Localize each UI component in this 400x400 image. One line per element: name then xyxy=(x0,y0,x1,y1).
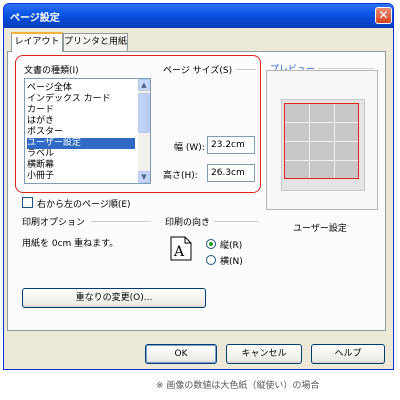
portrait-label[interactable]: 縦(R) xyxy=(220,238,242,251)
cancel-button[interactable]: キャンセル xyxy=(226,344,302,364)
divider xyxy=(91,221,151,222)
grid-line xyxy=(285,160,358,161)
svg-text:A: A xyxy=(173,244,185,260)
tab-printer-paper[interactable]: プリンタと用紙 xyxy=(63,33,128,52)
orientation-label: 印刷の向き xyxy=(165,218,211,228)
tab-layout-label: レイアウト xyxy=(14,37,60,47)
list-item[interactable]: ポスター xyxy=(27,127,135,138)
close-button[interactable]: ✕ xyxy=(375,7,392,24)
list-item[interactable]: ラベル xyxy=(27,149,135,160)
scroll-thumb[interactable] xyxy=(138,93,150,133)
list-item[interactable]: インデックス カード xyxy=(27,94,135,105)
right-to-left-checkbox[interactable] xyxy=(22,197,33,208)
list-item[interactable]: ページ全体 xyxy=(27,83,135,94)
width-label: 幅 (W): xyxy=(174,143,205,153)
change-overlap-button[interactable]: 重なりの変更(O)... xyxy=(22,288,206,308)
footnote: ※ 画像の数値は大色紙（縦使い）の場合 xyxy=(156,381,320,391)
right-to-left-label[interactable]: 右から左のページ順(E) xyxy=(37,197,131,210)
tab-layout[interactable]: レイアウト xyxy=(11,32,63,52)
height-field[interactable]: 26.3cm xyxy=(207,164,255,182)
grid-line xyxy=(285,141,358,142)
width-field[interactable]: 23.2cm xyxy=(207,136,255,154)
landscape-label[interactable]: 横(N) xyxy=(220,254,243,267)
doc-type-scrollbar[interactable]: ▲ ▼ xyxy=(138,79,150,183)
list-item[interactable]: はがき xyxy=(27,116,135,127)
list-item[interactable]: カード xyxy=(27,105,135,116)
divider xyxy=(318,68,374,69)
tab-printer-paper-label: プリンタと用紙 xyxy=(64,37,128,47)
doc-type-label: 文書の種類(I) xyxy=(24,66,79,76)
scroll-down-icon[interactable]: ▼ xyxy=(138,171,150,183)
grid-line xyxy=(285,122,358,123)
divider xyxy=(236,69,256,70)
divider xyxy=(214,221,258,222)
help-button[interactable]: ヘルプ xyxy=(311,344,385,364)
portrait-radio[interactable] xyxy=(206,239,216,249)
print-options-label: 印刷オプション xyxy=(22,218,86,228)
height-label: 高さ(H): xyxy=(163,171,198,181)
list-item[interactable]: 小冊子 xyxy=(27,171,135,182)
scroll-up-icon[interactable]: ▲ xyxy=(138,79,150,91)
portrait-page-icon: A xyxy=(170,236,192,261)
close-icon: ✕ xyxy=(378,8,389,22)
list-item-selected[interactable]: ユーザー設定 xyxy=(27,138,135,149)
preview-caption: ユーザー設定 xyxy=(293,224,347,234)
page-size-label: ページ サイズ(S) xyxy=(163,66,233,76)
overlap-text: 用紙を 0cm 重ねます。 xyxy=(22,239,119,249)
doc-type-listbox[interactable]: ページ全体 インデックス カード カード はがき ポスター ユーザー設定 ラベル… xyxy=(24,78,151,184)
dialog-title: ページ設定 xyxy=(10,13,60,24)
landscape-radio[interactable] xyxy=(206,255,216,265)
preview-page xyxy=(284,103,359,179)
title-bar: ページ設定 ✕ xyxy=(4,4,393,28)
list-item[interactable]: 横断幕 xyxy=(27,160,135,171)
ok-button[interactable]: OK xyxy=(145,344,217,364)
